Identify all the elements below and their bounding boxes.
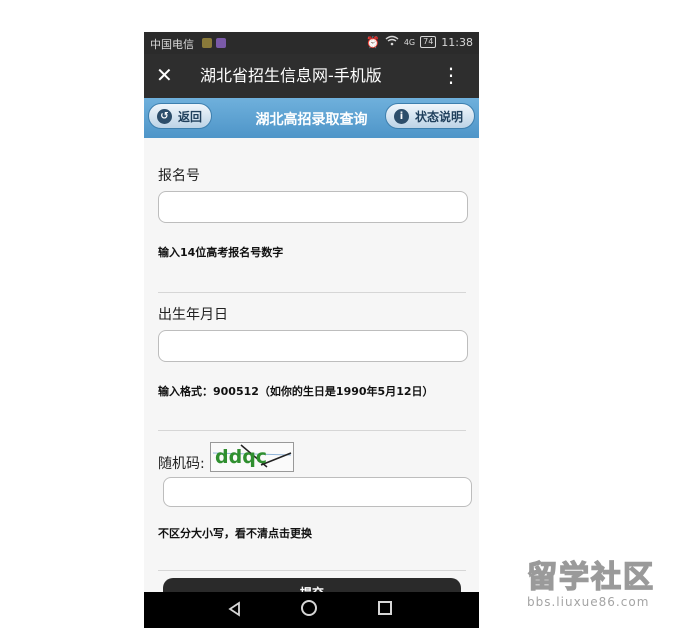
app-notification-icon: [216, 38, 226, 48]
nav-home-icon[interactable]: [301, 600, 317, 616]
watermark-main: 留学社区: [526, 560, 655, 596]
birthday-input[interactable]: [158, 330, 468, 362]
captcha-label: 随机码:: [158, 456, 205, 472]
more-icon[interactable]: ⋮: [441, 64, 461, 86]
exam-number-input[interactable]: [158, 191, 468, 223]
battery-level: 74: [420, 36, 437, 48]
sub-header: ↺ 返回 湖北高招录取查询 i 状态说明: [144, 98, 479, 138]
network-type: 4G: [403, 37, 416, 47]
app-title: 湖北省招生信息网-手机版: [200, 66, 382, 85]
phone-screen: 中国电信 ⏰ 4G 74 11:38 ✕ 湖北省招生信息网-手机版 ⋮ ↺ 返回…: [144, 32, 479, 628]
alarm-icon: ⏰: [366, 35, 380, 49]
wifi-icon: [385, 35, 399, 49]
captcha-hint: 不区分大小写，看不清点击更换: [158, 527, 312, 540]
exam-number-hint: 输入14位高考报名号数字: [158, 246, 284, 259]
watermark-url: bbs.liuxue86.com: [527, 595, 650, 609]
nav-back-icon[interactable]: [227, 601, 243, 621]
captcha-char: ddqc: [215, 446, 267, 468]
watermark: 留学社区 bbs.liuxue86.com: [526, 560, 687, 609]
nav-recent-icon[interactable]: [378, 601, 392, 615]
divider: [158, 570, 466, 571]
divider: [158, 292, 466, 293]
birthday-label: 出生年月日: [158, 307, 228, 323]
carrier-name: 中国电信: [150, 38, 194, 51]
navigation-bar: [144, 592, 479, 628]
status-label: 状态说明: [415, 109, 464, 124]
divider: [158, 430, 466, 431]
captcha-input[interactable]: [163, 477, 472, 507]
exam-number-label: 报名号: [158, 168, 200, 184]
notification-icon: [202, 38, 212, 48]
app-bar: ✕ 湖北省招生信息网-手机版 ⋮: [144, 54, 479, 98]
status-description-button[interactable]: i 状态说明: [385, 103, 475, 129]
captcha-image[interactable]: ddqc: [210, 442, 294, 472]
status-icons: ⏰ 4G 74 11:38: [366, 35, 473, 49]
status-bar: 中国电信 ⏰ 4G 74 11:38: [144, 32, 479, 54]
info-icon: i: [394, 108, 409, 124]
close-icon[interactable]: ✕: [156, 63, 173, 87]
clock: 11:38: [441, 35, 473, 49]
birthday-hint: 输入格式：900512（如你的生日是1990年5月12日）: [158, 385, 434, 398]
